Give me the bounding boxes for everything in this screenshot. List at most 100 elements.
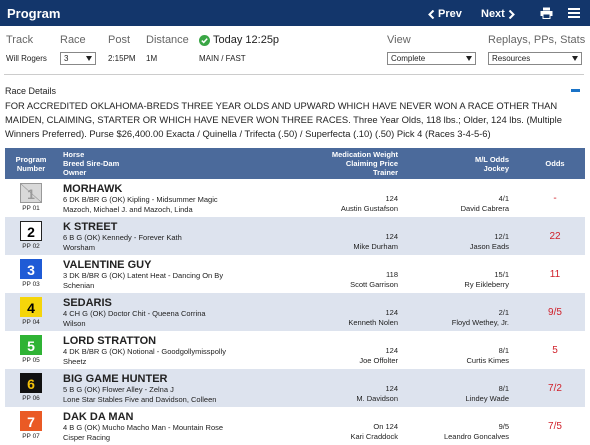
race-select[interactable]: 3 [60, 52, 96, 65]
weight: 124 [385, 346, 398, 355]
divider [4, 74, 584, 75]
resources-select-value: Resources [492, 54, 531, 63]
table-row[interactable]: 3 PP 03 VALENTINE GUY 3 DK B/BR G (OK) Late… [5, 255, 585, 293]
trainer: Kenneth Nolen [348, 318, 398, 327]
medication-cell: 124 Joe Offolter [281, 331, 406, 369]
table-row[interactable]: 2 PP 02 K STREET 6 B G (OK) Kennedy - Forev… [5, 217, 585, 255]
col-odds: Odds [525, 148, 585, 179]
program-number-badge[interactable]: 6 [20, 373, 42, 393]
horse-name[interactable]: BIG GAME HUNTER [63, 373, 281, 385]
col-medication: Medication Weight Claiming Price Trainer [281, 148, 406, 179]
menu-icon[interactable] [568, 7, 580, 19]
ml-odds-cell: 15/1 Ry Eikleberry [406, 255, 525, 293]
distance-value: 1M [146, 54, 158, 63]
horse-owner: Wilson [63, 319, 86, 328]
jockey: Jason Eads [469, 242, 509, 251]
horse-name[interactable]: DAK DA MAN [63, 411, 281, 423]
horse-name[interactable]: SEDARIS [63, 297, 281, 309]
horse-breed: 3 DK B/BR G (OK) Latent Heat - Dancing O… [63, 271, 224, 280]
horse-breed: 4 B G (OK) Mucho Macho Man - Mountain Ro… [63, 423, 224, 432]
horse-name[interactable]: MORHAWK [63, 183, 281, 195]
trainer: M. Davidson [356, 394, 398, 403]
program-number-badge[interactable]: 4 [20, 297, 42, 317]
ml-odds-cell: 8/1 Curtis Kimes [406, 331, 525, 369]
odds-cell: 5 [525, 331, 585, 369]
medication-cell: 124 Kenneth Nolen [281, 293, 406, 331]
collapse-icon[interactable] [571, 89, 580, 92]
trainer: Mike Durham [353, 242, 398, 251]
today-time: Today 12:25p [199, 34, 279, 46]
jockey: Floyd Wethey, Jr. [451, 318, 509, 327]
horse-breed: 6 DK B/BR G (OK) Kipling - Midsummer Mag… [63, 195, 218, 204]
race-description: FOR ACCREDITED OKLAHOMA-BREDS THREE YEAR… [5, 100, 562, 139]
chevron-right-icon [508, 9, 515, 19]
page-title: Program [7, 6, 61, 21]
dropdown-arrow-icon [466, 56, 472, 61]
weight: 124 [385, 194, 398, 203]
medication-cell: 124 Austin Gustafson [281, 179, 406, 217]
ml-odds-cell: 2/1 Floyd Wethey, Jr. [406, 293, 525, 331]
table-row[interactable]: 1 PP 01 MORHAWK 6 DK B/BR G (OK) Kipling - … [5, 179, 585, 217]
horse-name[interactable]: VALENTINE GUY [63, 259, 281, 271]
horse-owner: Cisper Racing [63, 433, 111, 442]
program-cell: 1 PP 01 [5, 179, 57, 217]
table-row[interactable]: 4 PP 04 SEDARIS 4 CH G (OK) Doctor Chit - Q… [5, 293, 585, 331]
horse-cell: BIG GAME HUNTER 5 B G (OK) Flower Alley -… [57, 369, 281, 407]
post-label: Post [108, 34, 131, 46]
medication-cell: 124 M. Davidson [281, 369, 406, 407]
program-number-badge[interactable]: 1 [20, 183, 42, 203]
program-number-badge[interactable]: 5 [20, 335, 42, 355]
horse-cell: VALENTINE GUY 3 DK B/BR G (OK) Latent Hea… [57, 255, 281, 293]
resources-select[interactable]: Resources [488, 52, 582, 65]
table-row[interactable]: 5 PP 05 LORD STRATTON 4 DK B/BR G (OK) Noti… [5, 331, 585, 369]
trainer: Austin Gustafson [340, 204, 398, 213]
table-row[interactable]: 7 PP 07 DAK DA MAN 4 B G (OK) Mucho Macho M… [5, 407, 585, 445]
horse-name[interactable]: K STREET [63, 221, 281, 233]
view-label: View [387, 34, 411, 46]
post-position: PP 04 [22, 319, 40, 326]
program-number-badge[interactable]: 2 [20, 221, 42, 241]
odds-cell: 11 [525, 255, 585, 293]
horse-cell: DAK DA MAN 4 B G (OK) Mucho Macho Man - M… [57, 407, 281, 445]
table-header-row: Program Number Horse Breed Sire-Dam Owne… [5, 148, 585, 179]
horse-owner: Mazoch, Michael J. and Mazoch, Linda [63, 205, 193, 214]
trainer: Scott Garrison [350, 280, 398, 289]
view-select-value: Complete [391, 54, 426, 63]
horse-owner: Worsham [63, 243, 95, 252]
post-position: PP 06 [22, 395, 40, 402]
horse-cell: LORD STRATTON 4 DK B/BR G (OK) Notional -… [57, 331, 281, 369]
replays-label: Replays, PPs, Stats [488, 34, 586, 46]
program-number-badge[interactable]: 3 [20, 259, 42, 279]
dropdown-arrow-icon [572, 56, 578, 61]
ml-odds-cell: 8/1 Lindey Wade [406, 369, 525, 407]
program-number-badge[interactable]: 7 [20, 411, 42, 431]
horse-name[interactable]: LORD STRATTON [63, 335, 281, 347]
col-ml-odds: M/L Odds Jockey [406, 148, 525, 179]
ml-odds: 8/1 [498, 346, 509, 355]
prev-button[interactable]: Prev [428, 8, 462, 20]
horse-breed: 6 B G (OK) Kennedy - Forever Kath [63, 233, 182, 242]
weight: 124 [385, 308, 398, 317]
ml-odds: 8/1 [498, 384, 509, 393]
trainer: Joe Offolter [359, 356, 398, 365]
weight: 124 [385, 232, 398, 241]
program-cell: 7 PP 07 [5, 407, 57, 445]
jockey: Curtis Kimes [466, 356, 509, 365]
print-icon[interactable] [540, 7, 553, 19]
post-position: PP 07 [22, 433, 40, 440]
post-position: PP 02 [22, 243, 40, 250]
odds-cell: 22 [525, 217, 585, 255]
view-select[interactable]: Complete [387, 52, 476, 65]
table-row[interactable]: 6 PP 06 BIG GAME HUNTER 5 B G (OK) Flower A… [5, 369, 585, 407]
weight: 124 [385, 384, 398, 393]
horse-breed: 4 CH G (OK) Doctor Chit - Queena Corrina [63, 309, 206, 318]
race-details-title: Race Details [5, 86, 57, 96]
next-button[interactable]: Next [481, 8, 515, 20]
jockey: David Cabrera [460, 204, 509, 213]
program-cell: 4 PP 04 [5, 293, 57, 331]
program-header-bar: Program Prev Next [0, 0, 590, 26]
surface-value: MAIN / FAST [199, 54, 246, 63]
dropdown-arrow-icon [86, 56, 92, 61]
trainer: Kari Craddock [350, 432, 398, 441]
ml-odds: 9/5 [498, 422, 509, 431]
